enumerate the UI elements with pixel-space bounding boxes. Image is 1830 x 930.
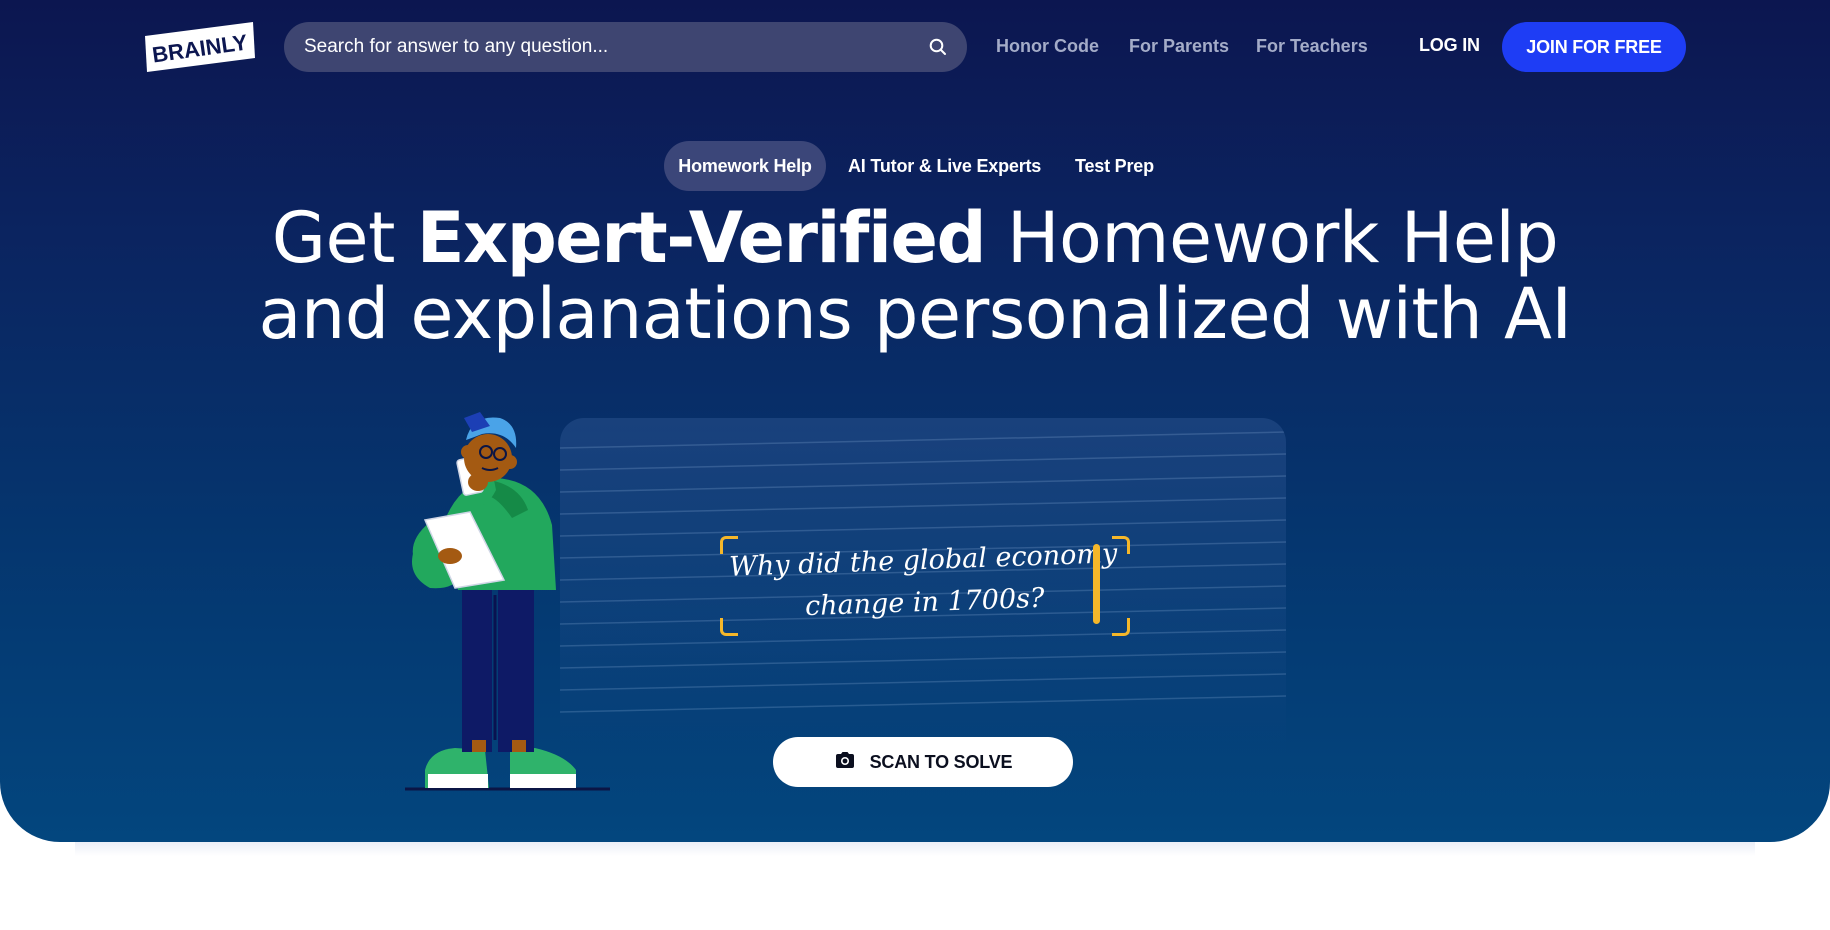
headline-emphasis: Expert-Verified bbox=[416, 197, 987, 279]
headline-line2: and explanations personalized with AI bbox=[258, 273, 1572, 355]
login-button[interactable]: LOG IN bbox=[1419, 35, 1480, 56]
search-bar[interactable] bbox=[284, 22, 967, 72]
hero-section: BRAINLY Honor Code For Parents For Teach… bbox=[0, 0, 1830, 842]
headline-prefix: Get bbox=[271, 197, 417, 279]
scan-bracket-icon bbox=[1112, 618, 1130, 636]
nav-for-parents[interactable]: For Parents bbox=[1129, 36, 1229, 57]
hero-shadow bbox=[75, 842, 1755, 856]
camera-icon bbox=[834, 751, 856, 774]
tab-ai-tutor-live-experts[interactable]: AI Tutor & Live Experts bbox=[848, 141, 1041, 191]
hero-headline: Get Expert-Verified Homework Help and ex… bbox=[215, 200, 1615, 352]
question-text: Why did the global economy change in 170… bbox=[721, 533, 1128, 631]
search-input[interactable] bbox=[304, 36, 927, 58]
text-cursor-icon bbox=[1093, 544, 1100, 624]
join-for-free-button[interactable]: JOIN FOR FREE bbox=[1502, 22, 1686, 72]
tab-test-prep[interactable]: Test Prep bbox=[1075, 141, 1154, 191]
search-icon[interactable] bbox=[927, 36, 949, 58]
scanned-question: Why did the global economy change in 170… bbox=[720, 533, 1130, 636]
student-illustration bbox=[400, 410, 620, 796]
scan-to-solve-button[interactable]: SCAN TO SOLVE bbox=[773, 737, 1073, 787]
nav-for-teachers[interactable]: For Teachers bbox=[1256, 36, 1368, 57]
scan-to-solve-label: SCAN TO SOLVE bbox=[869, 751, 1013, 772]
nav-honor-code[interactable]: Honor Code bbox=[996, 36, 1099, 57]
headline-line1-rest: Homework Help bbox=[985, 197, 1559, 279]
tab-homework-help[interactable]: Homework Help bbox=[664, 141, 826, 191]
brainly-logo[interactable]: BRAINLY bbox=[145, 22, 255, 72]
